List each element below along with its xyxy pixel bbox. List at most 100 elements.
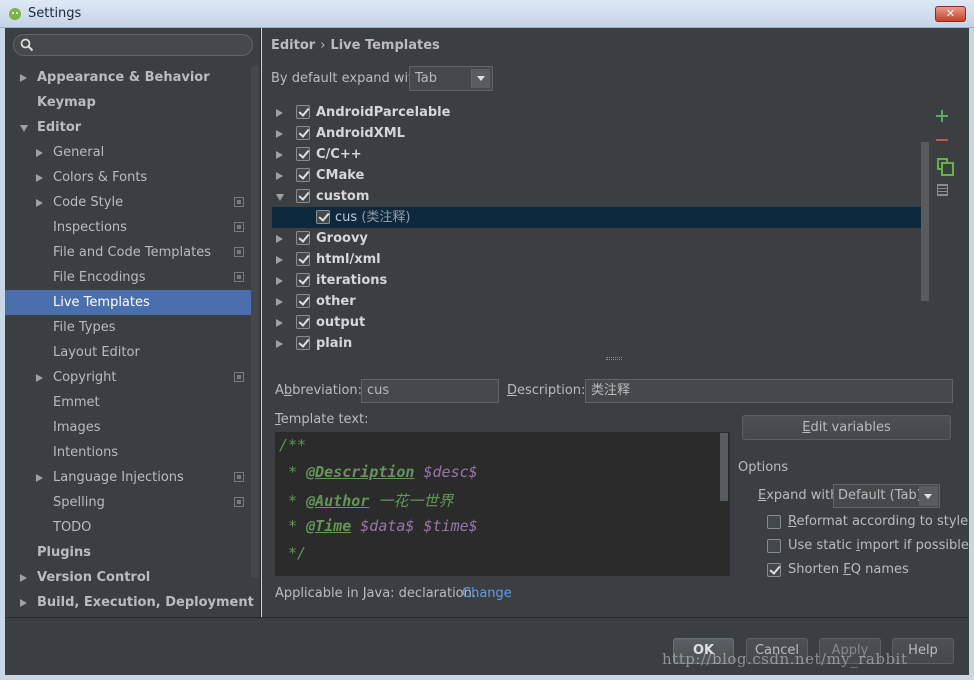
search-icon: [20, 38, 34, 52]
sidebar-item[interactable]: Live Templates: [5, 290, 251, 315]
template-list-scrollbar[interactable]: [921, 142, 929, 301]
sidebar-item[interactable]: Images: [5, 415, 251, 440]
static-import-checkbox[interactable]: [767, 539, 781, 553]
template-group[interactable]: plain: [272, 333, 922, 354]
sidebar-item[interactable]: Code Style: [5, 190, 251, 215]
template-code-line: * @Description $desc$: [279, 463, 478, 481]
options-expand-dropdown[interactable]: Default (Tab): [833, 484, 940, 508]
template-name: output: [316, 315, 366, 330]
abbreviation-input[interactable]: cus: [361, 379, 499, 403]
template-enabled-checkbox[interactable]: [296, 252, 310, 266]
shorten-fq-checkbox[interactable]: [767, 563, 781, 577]
sidebar-item[interactable]: Keymap: [5, 90, 251, 115]
sidebar-scrollbar[interactable]: [251, 65, 259, 578]
sidebar-item[interactable]: Appearance & Behavior: [5, 65, 251, 90]
template-group[interactable]: AndroidParcelable: [272, 102, 922, 123]
template-name: plain: [316, 336, 353, 351]
template-enabled-checkbox[interactable]: [296, 168, 310, 182]
template-enabled-checkbox[interactable]: [316, 210, 330, 224]
project-settings-icon: [234, 222, 244, 232]
template-group[interactable]: other: [272, 291, 922, 312]
expand-arrow-down-icon[interactable]: [276, 194, 284, 201]
project-settings-icon: [234, 197, 244, 207]
sidebar-item[interactable]: Layout Editor: [5, 340, 251, 365]
live-templates-panel: Editor › Live Templates By default expand …: [262, 28, 969, 617]
android-studio-icon: [9, 8, 21, 20]
expand-arrow-right-icon[interactable]: [276, 340, 283, 348]
sidebar-item[interactable]: Emmet: [5, 390, 251, 415]
template-enabled-checkbox[interactable]: [296, 231, 310, 245]
close-button[interactable]: ✕: [935, 6, 966, 22]
template-group[interactable]: html/xml: [272, 249, 922, 270]
expand-arrow-right-icon[interactable]: [276, 151, 283, 159]
template-enabled-checkbox[interactable]: [296, 336, 310, 350]
expand-arrow-right-icon[interactable]: [36, 374, 43, 382]
expand-arrow-right-icon[interactable]: [36, 149, 43, 157]
template-enabled-checkbox[interactable]: [296, 315, 310, 329]
expand-arrow-right-icon[interactable]: [20, 599, 27, 607]
template-enabled-checkbox[interactable]: [296, 105, 310, 119]
expand-arrow-right-icon[interactable]: [276, 172, 283, 180]
copy-icon[interactable]: [937, 158, 954, 176]
sidebar-item[interactable]: File and Code Templates: [5, 240, 251, 265]
template-group[interactable]: Groovy: [272, 228, 922, 249]
expand-arrow-right-icon[interactable]: [36, 474, 43, 482]
applicable-context-text: Applicable in Java: declaration.: [275, 586, 477, 601]
template-list-icon[interactable]: [937, 184, 948, 196]
sidebar-item[interactable]: Editor: [5, 115, 251, 140]
sidebar-item[interactable]: File Encodings: [5, 265, 251, 290]
sidebar-item[interactable]: Plugins: [5, 540, 251, 565]
template-item[interactable]: cus (类注释): [272, 207, 922, 228]
sidebar-item[interactable]: File Types: [5, 315, 251, 340]
template-group[interactable]: CMake: [272, 165, 922, 186]
settings-search-input[interactable]: [13, 34, 253, 56]
expand-arrow-down-icon[interactable]: [20, 125, 28, 132]
expand-with-value: Tab: [415, 71, 438, 86]
template-group[interactable]: iterations: [272, 270, 922, 291]
sidebar-item-label: Inspections: [53, 220, 127, 235]
expand-arrow-right-icon[interactable]: [276, 256, 283, 264]
sidebar-item[interactable]: Build, Execution, Deployment: [5, 590, 254, 615]
sidebar-item[interactable]: General: [5, 140, 251, 165]
expand-arrow-right-icon[interactable]: [276, 298, 283, 306]
expand-arrow-right-icon[interactable]: [20, 74, 27, 82]
expand-arrow-right-icon[interactable]: [36, 199, 43, 207]
template-enabled-checkbox[interactable]: [296, 189, 310, 203]
change-context-link[interactable]: Change: [462, 586, 512, 601]
expand-with-dropdown[interactable]: Tab: [409, 66, 493, 91]
template-group[interactable]: AndroidXML: [272, 123, 922, 144]
sidebar-item[interactable]: Intentions: [5, 440, 251, 465]
template-enabled-checkbox[interactable]: [296, 294, 310, 308]
template-enabled-checkbox[interactable]: [296, 126, 310, 140]
remove-icon[interactable]: [934, 132, 950, 148]
sidebar-item-label: Emmet: [53, 395, 100, 410]
description-input[interactable]: 类注释: [585, 379, 953, 403]
breadcrumb-separator: ›: [320, 38, 326, 53]
splitter-grip[interactable]: [606, 357, 622, 360]
sidebar-item[interactable]: TODO: [5, 515, 251, 540]
expand-arrow-right-icon[interactable]: [276, 319, 283, 327]
expand-arrow-right-icon[interactable]: [20, 574, 27, 582]
expand-arrow-right-icon[interactable]: [276, 109, 283, 117]
sidebar-item-label: TODO: [53, 520, 92, 535]
sidebar-item[interactable]: Spelling: [5, 490, 251, 515]
sidebar-item[interactable]: Copyright: [5, 365, 251, 390]
expand-arrow-right-icon[interactable]: [276, 235, 283, 243]
template-enabled-checkbox[interactable]: [296, 273, 310, 287]
template-group[interactable]: output: [272, 312, 922, 333]
reformat-checkbox[interactable]: [767, 515, 781, 529]
expand-arrow-right-icon[interactable]: [276, 130, 283, 138]
template-group[interactable]: custom: [272, 186, 922, 207]
editor-scrollbar[interactable]: [720, 433, 728, 501]
template-text-editor[interactable]: /** * @Description $desc$ * @Author 一花一世…: [275, 432, 730, 576]
sidebar-item[interactable]: Language Injections: [5, 465, 251, 490]
expand-arrow-right-icon[interactable]: [276, 277, 283, 285]
sidebar-item[interactable]: Inspections: [5, 215, 251, 240]
edit-variables-button[interactable]: Edit variables: [742, 415, 951, 440]
add-icon[interactable]: [934, 108, 950, 124]
template-group[interactable]: C/C++: [272, 144, 922, 165]
template-enabled-checkbox[interactable]: [296, 147, 310, 161]
sidebar-item[interactable]: Colors & Fonts: [5, 165, 251, 190]
expand-arrow-right-icon[interactable]: [36, 174, 43, 182]
sidebar-item[interactable]: Version Control: [5, 565, 251, 590]
